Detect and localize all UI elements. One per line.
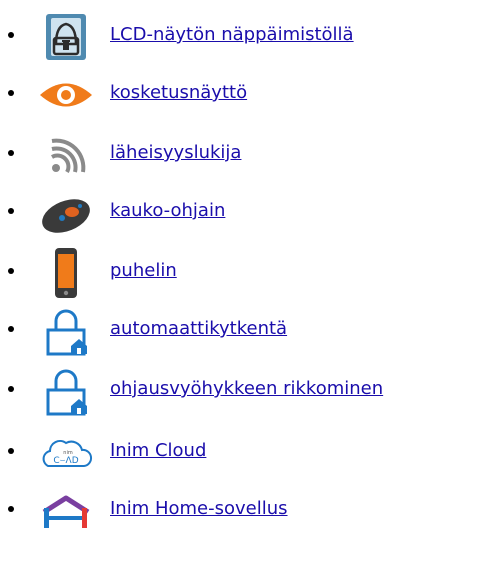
list-item: läheisyyslukija: [0, 130, 477, 180]
svg-text:nim: nim: [63, 450, 73, 456]
link-proximity-reader[interactable]: läheisyyslukija: [110, 142, 241, 164]
bullet: [8, 386, 14, 392]
list-item: LCD-näytön näppäimistöllä: [0, 12, 477, 62]
proximity-icon: [38, 130, 94, 180]
link-remote-control[interactable]: kauko-ohjain: [110, 200, 225, 222]
bullet: [8, 326, 14, 332]
bullet: [8, 208, 14, 214]
list-item: kauko-ohjain: [0, 188, 477, 238]
eye-icon: [38, 70, 94, 120]
list-item: C⌣ɅD nim Inim Cloud: [0, 428, 477, 478]
cloud-icon: C⌣ɅD nim: [38, 428, 94, 478]
input-methods-list: LCD-näytön näppäimistöllä kosketusnäyttö…: [0, 0, 477, 569]
keypad-icon: [38, 12, 94, 62]
list-item: kosketusnäyttö: [0, 70, 477, 120]
link-control-zone-violation[interactable]: ohjausvyöhykkeen rikkominen: [110, 378, 383, 400]
bullet: [8, 448, 14, 454]
lock-home-icon: [38, 366, 94, 416]
list-item: Inim Home-sovellus: [0, 486, 477, 536]
link-lcd-keypad[interactable]: LCD-näytön näppäimistöllä: [110, 24, 354, 46]
lock-home-icon: [38, 306, 94, 356]
link-inim-cloud[interactable]: Inim Cloud: [110, 440, 206, 462]
remote-icon: [38, 188, 94, 238]
link-touchscreen[interactable]: kosketusnäyttö: [110, 82, 247, 104]
link-auto-arming[interactable]: automaattikytkentä: [110, 318, 287, 340]
list-item: puhelin: [0, 248, 477, 298]
home-app-icon: [38, 486, 94, 536]
bullet: [8, 32, 14, 38]
bullet: [8, 90, 14, 96]
bullet: [8, 268, 14, 274]
list-item: ohjausvyöhykkeen rikkominen: [0, 366, 477, 416]
bullet: [8, 150, 14, 156]
list-item: automaattikytkentä: [0, 306, 477, 356]
svg-text:C⌣ɅD: C⌣ɅD: [53, 456, 78, 466]
link-phone[interactable]: puhelin: [110, 260, 177, 282]
link-inim-home-app[interactable]: Inim Home-sovellus: [110, 498, 288, 520]
bullet: [8, 506, 14, 512]
phone-icon: [38, 248, 94, 298]
